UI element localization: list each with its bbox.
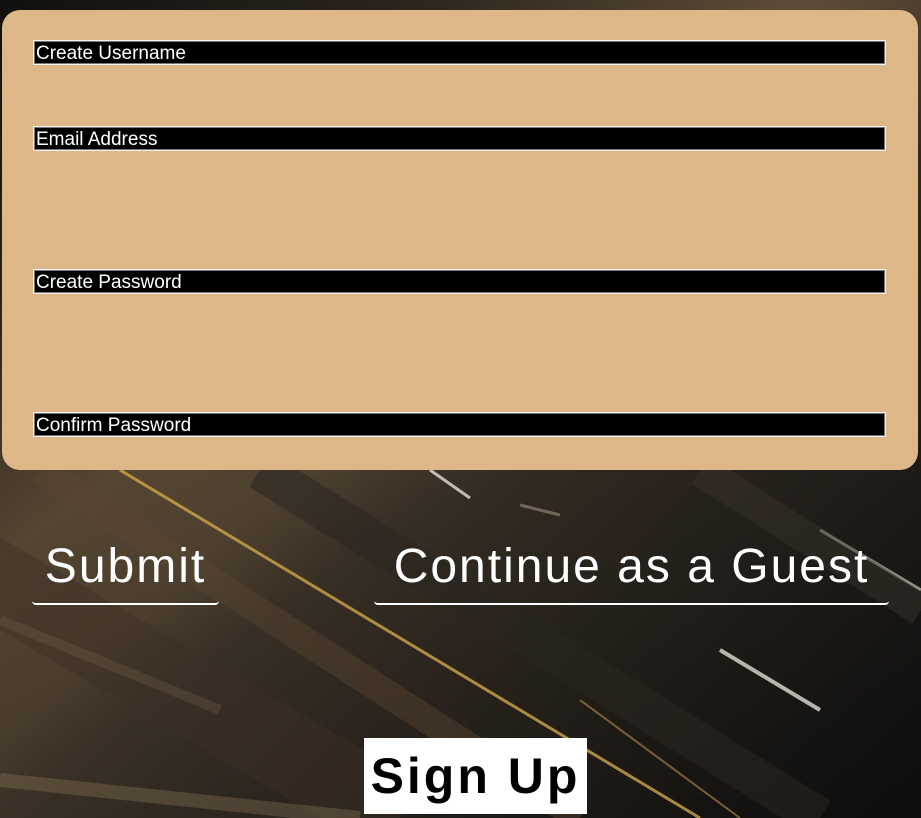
create-password-field[interactable]: Create Password (33, 269, 886, 294)
email-address-field[interactable]: Email Address (33, 126, 886, 151)
create-username-field[interactable]: Create Username (33, 40, 886, 65)
continue-as-guest-button[interactable]: Continue as a Guest (374, 541, 889, 605)
submit-button[interactable]: Submit (32, 541, 219, 605)
signup-form-panel: Create Username Email Address Create Pas… (2, 10, 918, 470)
confirm-password-field[interactable]: Confirm Password (33, 412, 886, 437)
sign-up-label: Sign Up (364, 738, 587, 814)
